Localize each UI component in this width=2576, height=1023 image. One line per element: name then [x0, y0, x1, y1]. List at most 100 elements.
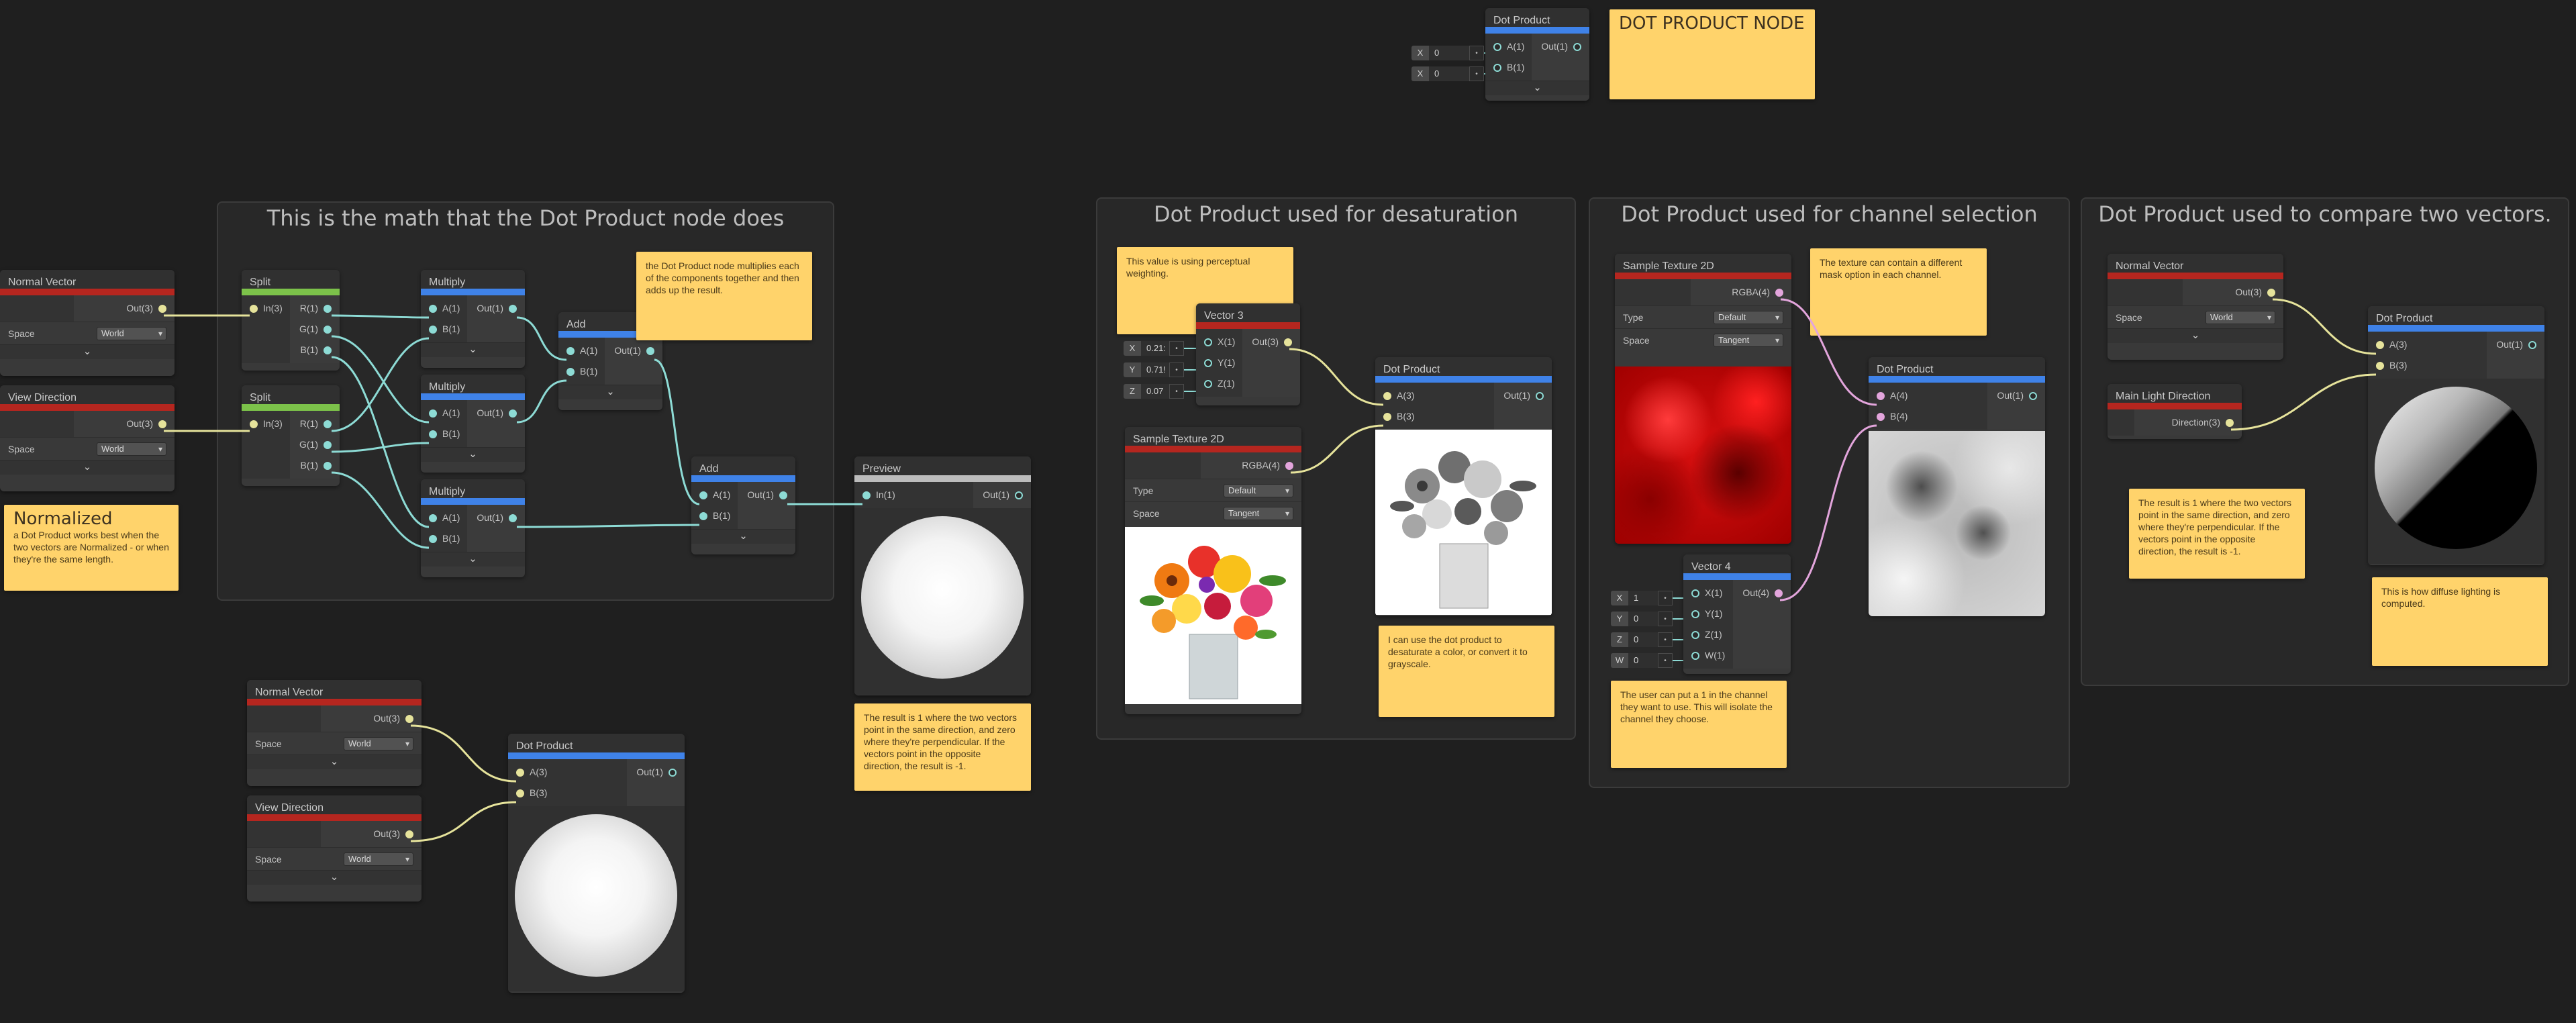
- preview-node[interactable]: Preview In(1) Out(1): [854, 456, 1031, 695]
- type-dropdown[interactable]: Default: [1224, 483, 1293, 497]
- port-out[interactable]: Out(1): [1987, 385, 2045, 406]
- chevron-down-icon[interactable]: ⌄: [247, 870, 422, 885]
- port-out[interactable]: Out(3): [321, 708, 422, 729]
- vector3-node[interactable]: Vector 3 X(1) Y(1) Z(1) Out(3): [1196, 303, 1300, 405]
- port-a[interactable]: A(1): [421, 507, 467, 528]
- port-x[interactable]: X(1): [1196, 332, 1242, 352]
- port-g[interactable]: G(1): [290, 319, 340, 340]
- view-direction-node-math[interactable]: View Direction Out(3) SpaceWorld ⌄: [0, 385, 175, 491]
- space-dropdown[interactable]: World: [97, 326, 166, 340]
- port-b[interactable]: B(1): [290, 340, 340, 360]
- port-out[interactable]: Out(3): [321, 824, 422, 844]
- sticky-note-normalized[interactable]: Normalized a Dot Product works best when…: [4, 505, 179, 591]
- port-in[interactable]: In(3): [242, 298, 290, 319]
- port-out[interactable]: RGBA(4): [1691, 282, 1791, 303]
- chevron-down-icon[interactable]: ⌄: [558, 385, 662, 399]
- knob-icon[interactable]: •: [1658, 653, 1673, 668]
- sticky-note-user-channel[interactable]: The user can put a 1 in the channel they…: [1611, 681, 1787, 768]
- space-dropdown[interactable]: Tangent: [1714, 333, 1783, 347]
- port-out[interactable]: Out(1): [738, 485, 795, 505]
- split-node-2[interactable]: Split In(3) R(1) G(1) B(1): [242, 385, 340, 486]
- multiply-node-3[interactable]: Multiply A(1) B(1) Out(1) ⌄: [421, 479, 525, 577]
- dot-product-node-channel[interactable]: Dot Product A(4) B(4) Out(1): [1869, 357, 2045, 616]
- sticky-note-header[interactable]: DOT PRODUCT NODE: [1609, 9, 1815, 99]
- port-out[interactable]: Out(3): [74, 413, 175, 434]
- port-a[interactable]: A(4): [1869, 385, 1987, 406]
- split-node-1[interactable]: Split In(3) R(1) G(1) B(1): [242, 270, 340, 371]
- port-y[interactable]: Y(1): [1683, 603, 1733, 624]
- knob-icon[interactable]: •: [1658, 612, 1673, 626]
- port-z[interactable]: Z(1): [1196, 373, 1242, 394]
- port-out[interactable]: Out(1): [627, 762, 685, 783]
- port-in[interactable]: In(3): [242, 413, 290, 434]
- normal-vector-node-compare[interactable]: Normal Vector Out(3) SpaceWorld ⌄: [2108, 254, 2283, 360]
- space-dropdown[interactable]: World: [344, 852, 413, 866]
- chevron-down-icon[interactable]: ⌄: [2108, 328, 2283, 343]
- port-out[interactable]: Out(1): [1532, 36, 1589, 57]
- port-b[interactable]: B(1): [1485, 57, 1532, 78]
- vector3-field-y[interactable]: Y 0.71! •: [1124, 361, 1204, 379]
- port-out[interactable]: RGBA(4): [1201, 455, 1301, 476]
- port-a[interactable]: A(1): [558, 340, 605, 361]
- port-out[interactable]: Out(3): [1242, 332, 1300, 352]
- port-out[interactable]: Out(1): [2487, 334, 2544, 355]
- multiply-node-1[interactable]: Multiply A(1) B(1) Out(1) ⌄: [421, 270, 525, 368]
- vector3-field-z[interactable]: Z 0.07 •: [1124, 383, 1204, 400]
- vector3-field-x[interactable]: X 0.21: •: [1124, 340, 1204, 357]
- port-y[interactable]: Y(1): [1196, 352, 1242, 373]
- port-a[interactable]: A(1): [691, 485, 738, 505]
- chevron-down-icon[interactable]: ⌄: [0, 344, 175, 359]
- port-b[interactable]: B(3): [2368, 355, 2487, 376]
- sticky-note-result-math[interactable]: The result is 1 where the two vectors po…: [854, 703, 1031, 791]
- dot-product-node-bottom[interactable]: Dot Product A(3) B(3) Out(1): [508, 734, 685, 993]
- port-out[interactable]: Direction(3): [2134, 412, 2242, 433]
- port-r[interactable]: R(1): [290, 413, 340, 434]
- sticky-note-result-compare[interactable]: The result is 1 where the two vectors po…: [2129, 489, 2305, 579]
- sample-texture-node-channel[interactable]: Sample Texture 2D RGBA(4) TypeDefault Sp…: [1615, 254, 1791, 544]
- port-b[interactable]: B(1): [691, 505, 738, 526]
- vector4-field-z[interactable]: Z 0 •: [1611, 631, 1693, 648]
- chevron-down-icon[interactable]: ⌄: [421, 552, 525, 567]
- port-out[interactable]: Out(1): [467, 403, 525, 424]
- port-out[interactable]: Out(1): [467, 507, 525, 528]
- knob-icon[interactable]: •: [1469, 46, 1484, 60]
- port-out[interactable]: Out(1): [605, 340, 662, 361]
- vector4-field-x[interactable]: X 1 •: [1611, 589, 1693, 607]
- port-g[interactable]: G(1): [290, 434, 340, 455]
- port-a[interactable]: A(3): [508, 762, 627, 783]
- view-direction-node-bottom[interactable]: View Direction Out(3) SpaceWorld ⌄: [247, 795, 422, 902]
- knob-icon[interactable]: •: [1169, 362, 1184, 377]
- normal-vector-node-bottom[interactable]: Normal Vector Out(3) SpaceWorld ⌄: [247, 680, 422, 786]
- type-dropdown[interactable]: Default: [1714, 310, 1783, 324]
- port-b[interactable]: B(3): [508, 783, 627, 803]
- dot-product-node-top[interactable]: Dot Product A(1) B(1) Out(1) ⌄: [1485, 8, 1589, 101]
- port-out[interactable]: Out(3): [2183, 282, 2283, 303]
- port-b[interactable]: B(1): [558, 361, 605, 382]
- sticky-note-grayscale[interactable]: I can use the dot product to desaturate …: [1379, 626, 1554, 717]
- knob-icon[interactable]: •: [1469, 66, 1484, 81]
- knob-icon[interactable]: •: [1658, 591, 1673, 605]
- port-r[interactable]: R(1): [290, 298, 340, 319]
- multiply-node-2[interactable]: Multiply A(1) B(1) Out(1) ⌄: [421, 375, 525, 473]
- port-b[interactable]: B(1): [421, 424, 467, 444]
- port-a[interactable]: A(1): [1485, 36, 1532, 57]
- sticky-note-mask[interactable]: The texture can contain a different mask…: [1810, 248, 1987, 336]
- port-out[interactable]: Out(1): [467, 298, 525, 319]
- field-value[interactable]: 0: [1429, 66, 1469, 81]
- space-dropdown[interactable]: World: [2206, 310, 2275, 324]
- vector4-node[interactable]: Vector 4 X(1) Y(1) Z(1) W(1) Out(4): [1683, 554, 1791, 674]
- normal-vector-node-math[interactable]: Normal Vector Out(3) SpaceWorld ⌄: [0, 270, 175, 376]
- port-out[interactable]: Out(4): [1733, 583, 1791, 603]
- add-node-2[interactable]: Add A(1) B(1) Out(1) ⌄: [691, 456, 795, 554]
- chevron-down-icon[interactable]: ⌄: [247, 754, 422, 769]
- port-in[interactable]: In(1): [854, 485, 973, 505]
- port-b[interactable]: B(1): [290, 455, 340, 476]
- vector4-field-y[interactable]: Y 0 •: [1611, 610, 1693, 628]
- port-b[interactable]: B(1): [421, 528, 467, 549]
- port-w[interactable]: W(1): [1683, 645, 1733, 666]
- port-out[interactable]: Out(1): [1494, 385, 1552, 406]
- knob-icon[interactable]: •: [1169, 341, 1184, 356]
- chevron-down-icon[interactable]: ⌄: [0, 460, 175, 475]
- sticky-note-diffuse[interactable]: This is how diffuse lighting is computed…: [2372, 577, 2548, 666]
- vector4-field-w[interactable]: W 0 •: [1611, 652, 1693, 669]
